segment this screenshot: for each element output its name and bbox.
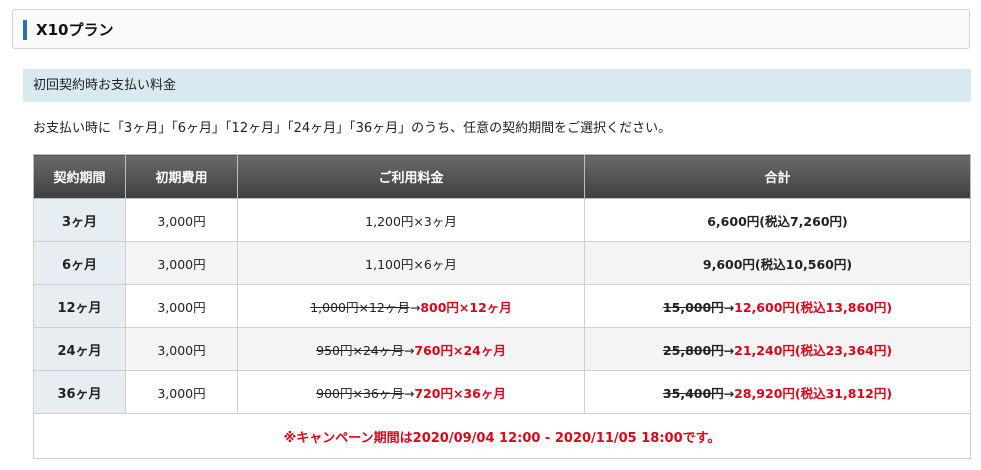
period-cell: 24ヶ月 bbox=[33, 327, 126, 371]
usage-fee-cell: 900円×36ヶ月→720円×36ヶ月 bbox=[237, 370, 585, 414]
usage-fee-new: 720円×36ヶ月 bbox=[414, 385, 506, 401]
total-cell: 35,400円→28,920円(税込31,812円) bbox=[584, 370, 971, 414]
table-row: 3ヶ月 3,000円 1,200円×3ヶ月 6,600円(税込7,260円) bbox=[33, 198, 971, 242]
period-cell: 36ヶ月 bbox=[33, 370, 126, 414]
initial-fee-cell: 3,000円 bbox=[125, 327, 238, 371]
usage-fee-arrow: → bbox=[409, 299, 421, 315]
table-row: 36ヶ月 3,000円 900円×36ヶ月→720円×36ヶ月 35,400円→… bbox=[33, 370, 971, 414]
total-arrow: → bbox=[723, 299, 735, 315]
header-total: 合計 bbox=[584, 154, 971, 199]
total-arrow: → bbox=[723, 385, 735, 401]
usage-fee-cell: 950円×24ヶ月→760円×24ヶ月 bbox=[237, 327, 585, 371]
campaign-notice: ※キャンペーン期間は2020/09/04 12:00 - 2020/11/05 … bbox=[283, 430, 721, 446]
usage-fee-cell: 1,100円×6ヶ月 bbox=[237, 241, 585, 285]
section-title: 初回契約時お支払い料金 bbox=[23, 69, 971, 102]
period-cell: 3ヶ月 bbox=[33, 198, 126, 242]
total-text: 9,600円(税込10,560円) bbox=[702, 256, 853, 272]
total-old: 15,000円 bbox=[662, 299, 724, 315]
campaign-row: ※キャンペーン期間は2020/09/04 12:00 - 2020/11/05 … bbox=[33, 413, 971, 459]
period-cell: 6ヶ月 bbox=[33, 241, 126, 285]
initial-fee-cell: 3,000円 bbox=[125, 370, 238, 414]
usage-fee-old: 950円×24ヶ月 bbox=[316, 342, 404, 358]
usage-fee-new: 760円×24ヶ月 bbox=[414, 342, 506, 358]
usage-fee-arrow: → bbox=[403, 342, 415, 358]
table-row: 6ヶ月 3,000円 1,100円×6ヶ月 9,600円(税込10,560円) bbox=[33, 241, 971, 285]
total-old: 35,400円 bbox=[662, 385, 724, 401]
period-cell: 12ヶ月 bbox=[33, 284, 126, 328]
campaign-cell: ※キャンペーン期間は2020/09/04 12:00 - 2020/11/05 … bbox=[33, 413, 971, 459]
total-cell: 25,800円→21,240円(税込23,364円) bbox=[584, 327, 971, 371]
plan-header: X10プラン bbox=[12, 9, 970, 49]
usage-fee-old: 900円×36ヶ月 bbox=[316, 385, 404, 401]
total-cell: 15,000円→12,600円(税込13,860円) bbox=[584, 284, 971, 328]
price-table: 契約期間 初期費用 ご利用料金 合計 3ヶ月 3,000円 1,200円×3ヶ月… bbox=[33, 154, 971, 459]
header-initial-fee: 初期費用 bbox=[125, 154, 238, 199]
plan-header-accent-bar bbox=[23, 20, 27, 40]
usage-fee-cell: 1,200円×3ヶ月 bbox=[237, 198, 585, 242]
total-old: 25,800円 bbox=[662, 342, 724, 358]
total-new: 21,240円(税込23,364円) bbox=[734, 342, 893, 358]
total-cell: 6,600円(税込7,260円) bbox=[584, 198, 971, 242]
price-table-header-row: 契約期間 初期費用 ご利用料金 合計 bbox=[33, 154, 971, 199]
total-new: 12,600円(税込13,860円) bbox=[734, 299, 893, 315]
plan-title: X10プラン bbox=[36, 21, 114, 39]
usage-fee-cell: 1,000円×12ヶ月→800円×12ヶ月 bbox=[237, 284, 585, 328]
total-cell: 9,600円(税込10,560円) bbox=[584, 241, 971, 285]
intro-text: お支払い時に「3ヶ月」「6ヶ月」「12ヶ月」「24ヶ月」「36ヶ月」のうち、任意… bbox=[33, 121, 672, 136]
usage-fee-old: 1,000円×12ヶ月 bbox=[310, 299, 410, 315]
header-period: 契約期間 bbox=[33, 154, 126, 199]
usage-fee-text: 1,100円×6ヶ月 bbox=[365, 256, 457, 272]
usage-fee-arrow: → bbox=[403, 385, 415, 401]
table-row: 24ヶ月 3,000円 950円×24ヶ月→760円×24ヶ月 25,800円→… bbox=[33, 327, 971, 371]
usage-fee-new: 800円×12ヶ月 bbox=[420, 299, 512, 315]
total-text: 6,600円(税込7,260円) bbox=[707, 213, 848, 229]
initial-fee-cell: 3,000円 bbox=[125, 241, 238, 285]
total-new: 28,920円(税込31,812円) bbox=[734, 385, 893, 401]
initial-fee-cell: 3,000円 bbox=[125, 284, 238, 328]
usage-fee-text: 1,200円×3ヶ月 bbox=[365, 213, 457, 229]
header-usage-fee: ご利用料金 bbox=[237, 154, 585, 199]
table-row: 12ヶ月 3,000円 1,000円×12ヶ月→800円×12ヶ月 15,000… bbox=[33, 284, 971, 328]
initial-fee-cell: 3,000円 bbox=[125, 198, 238, 242]
total-arrow: → bbox=[723, 342, 735, 358]
